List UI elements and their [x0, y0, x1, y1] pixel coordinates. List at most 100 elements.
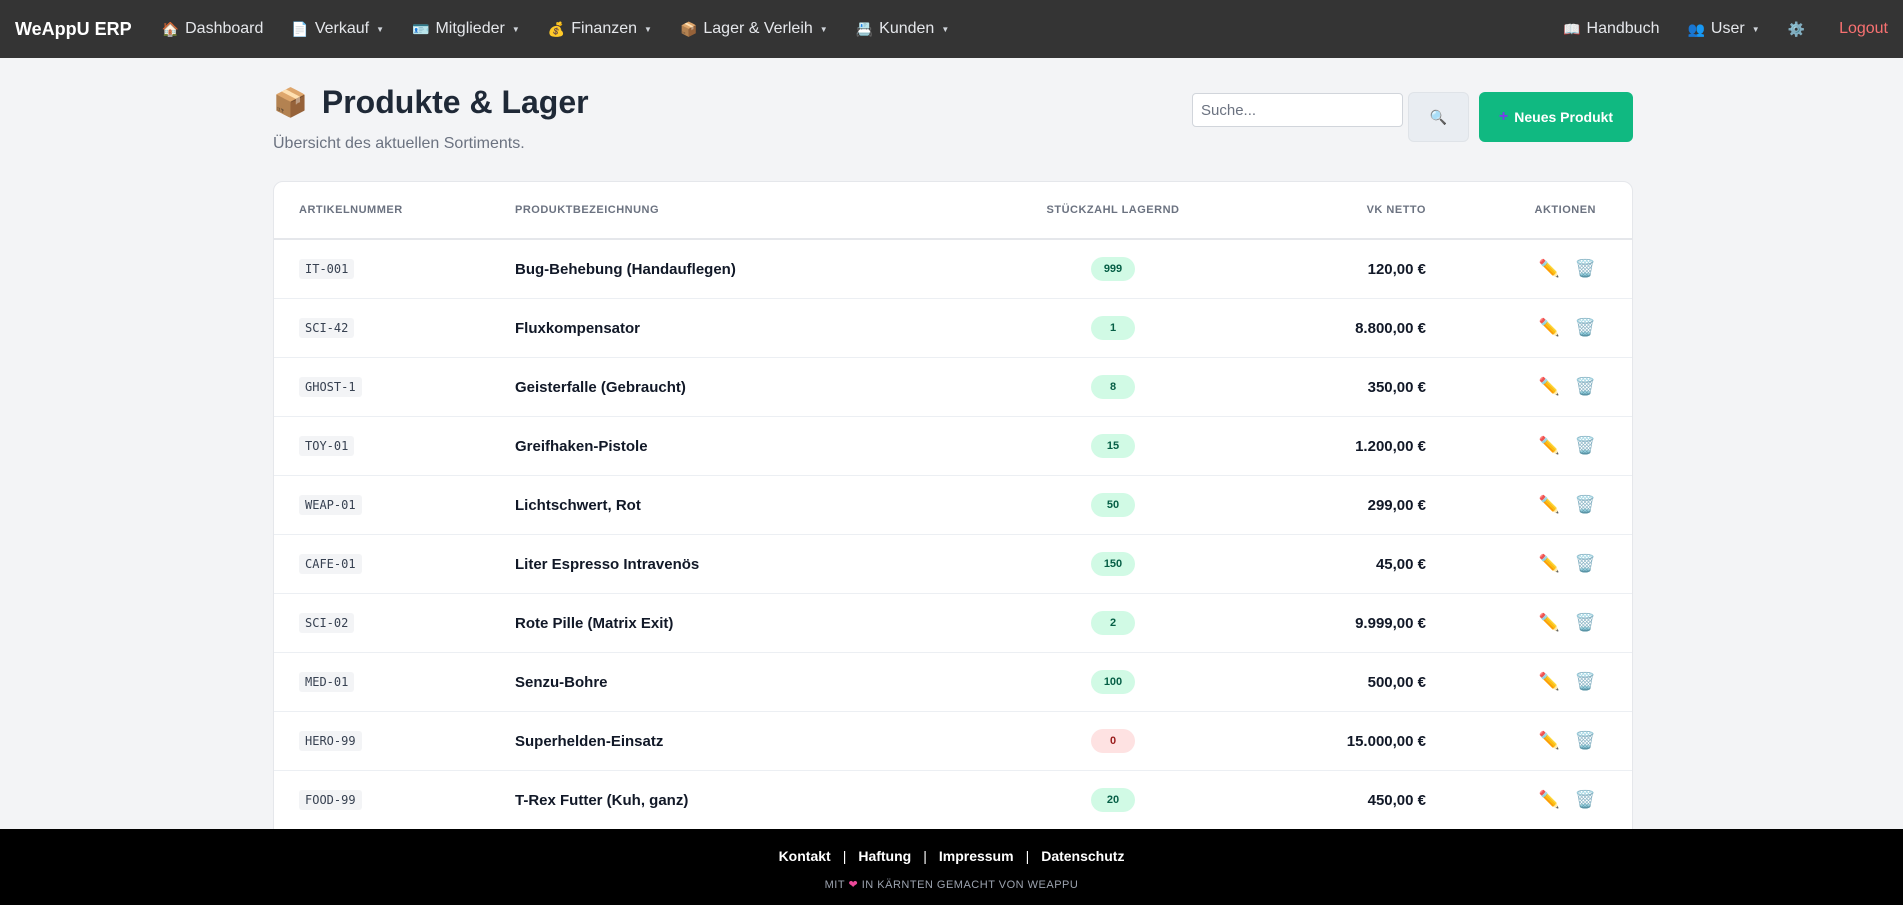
gear-icon: ⚙️ [1787, 20, 1806, 37]
footer-links: Kontakt | Haftung | Impressum | Datensch… [0, 848, 1903, 864]
trash-icon[interactable]: 🗑️ [1575, 495, 1596, 515]
edit-pencil-icon[interactable]: ✏️ [1539, 259, 1560, 279]
stock-badge: 100 [1091, 670, 1135, 694]
page-title-text: Produkte & Lager [321, 84, 589, 120]
row-actions: ✏️ 🗑️ [1426, 790, 1632, 810]
trash-icon[interactable]: 🗑️ [1575, 436, 1596, 456]
nav-user[interactable]: 👥 User ▼ [1687, 20, 1759, 38]
home-icon: 🏠 [161, 20, 180, 37]
logout-link[interactable]: Logout [1839, 20, 1888, 38]
stock-badge: 8 [1091, 375, 1135, 399]
edit-pencil-icon[interactable]: ✏️ [1539, 436, 1560, 456]
package-icon: 📦 [273, 87, 308, 118]
magnifier-icon: 🔍 [1429, 108, 1448, 125]
table-row: SCI-42 Fluxkompensator 1 8.800,00 € ✏️ 🗑… [274, 299, 1632, 358]
new-product-button[interactable]: + Neues Produkt [1479, 92, 1633, 142]
footer-link-datenschutz[interactable]: Datenschutz [1041, 848, 1124, 864]
sku-code: TOY-01 [299, 436, 355, 456]
nav-dashboard-label: Dashboard [185, 20, 264, 37]
search-button[interactable]: 🔍 [1408, 92, 1469, 142]
trash-icon[interactable]: 🗑️ [1575, 613, 1596, 633]
column-header-price: VK NETTO [1366, 204, 1426, 216]
table-row: GHOST-1 Geisterfalle (Gebraucht) 8 350,0… [274, 358, 1632, 417]
column-header-qty: STÜCKZAHL LAGERND [1046, 204, 1180, 216]
net-price: 350,00 € [1367, 378, 1426, 396]
nav-handbuch[interactable]: 📖 Handbuch [1563, 20, 1659, 38]
row-actions: ✏️ 🗑️ [1426, 436, 1632, 456]
net-price: 8.800,00 € [1355, 319, 1426, 337]
net-price: 9.999,00 € [1355, 614, 1426, 632]
footer-credit-prefix: MIT [824, 879, 845, 891]
edit-pencil-icon[interactable]: ✏️ [1539, 318, 1560, 338]
money-bag-icon: 💰 [547, 20, 566, 37]
edit-pencil-icon[interactable]: ✏️ [1539, 495, 1560, 515]
nav-dashboard[interactable]: 🏠 Dashboard [162, 20, 264, 38]
row-actions: ✏️ 🗑️ [1426, 672, 1632, 692]
footer-separator: | [842, 848, 847, 864]
sku-code: SCI-02 [299, 613, 355, 633]
product-name: Lichtschwert, Rot [515, 496, 641, 514]
caret-down-icon: ▼ [819, 24, 828, 34]
footer-link-impressum[interactable]: Impressum [939, 848, 1014, 864]
trash-icon[interactable]: 🗑️ [1575, 731, 1596, 751]
contact-card-icon: 📇 [855, 20, 874, 37]
trash-icon[interactable]: 🗑️ [1575, 672, 1596, 692]
nav-kunden-label: Kunden [879, 20, 935, 37]
row-actions: ✏️ 🗑️ [1426, 554, 1632, 574]
table-row: MED-01 Senzu-Bohre 100 500,00 € ✏️ 🗑️ [274, 653, 1632, 712]
edit-pencil-icon[interactable]: ✏️ [1539, 672, 1560, 692]
trash-icon[interactable]: 🗑️ [1575, 259, 1596, 279]
stock-badge: 1 [1091, 316, 1135, 340]
table-row: WEAP-01 Lichtschwert, Rot 50 299,00 € ✏️… [274, 476, 1632, 535]
nav-kunden[interactable]: 📇 Kunden ▼ [856, 20, 950, 38]
edit-pencil-icon[interactable]: ✏️ [1539, 554, 1560, 574]
caret-down-icon: ▼ [1751, 24, 1760, 34]
nav-handbuch-label: Handbuch [1586, 20, 1660, 37]
net-price: 120,00 € [1367, 260, 1426, 278]
stock-badge: 20 [1091, 788, 1135, 812]
product-name: Bug-Behebung (Handauflegen) [515, 260, 736, 278]
product-name: Superhelden-Einsatz [515, 732, 664, 750]
id-card-icon: 🪪 [412, 20, 430, 37]
heart-icon: ❤ [848, 879, 859, 891]
column-header-sku: ARTIKELNUMMER [299, 204, 403, 216]
search-input[interactable] [1192, 93, 1403, 127]
trash-icon[interactable]: 🗑️ [1575, 554, 1596, 574]
row-actions: ✏️ 🗑️ [1426, 377, 1632, 397]
sku-code: FOOD-99 [299, 790, 362, 810]
document-icon: 📄 [291, 20, 309, 37]
page-title: 📦 Produkte & Lager [273, 84, 589, 121]
table-row: IT-001 Bug-Behebung (Handauflegen) 999 1… [274, 240, 1632, 299]
trash-icon[interactable]: 🗑️ [1575, 790, 1596, 810]
footer-link-haftung[interactable]: Haftung [858, 848, 911, 864]
nav-mitglieder[interactable]: 🪪 Mitglieder ▼ [412, 20, 520, 38]
edit-pencil-icon[interactable]: ✏️ [1539, 613, 1560, 633]
stock-badge-empty: 0 [1091, 729, 1135, 753]
net-price: 299,00 € [1367, 496, 1426, 514]
row-actions: ✏️ 🗑️ [1426, 731, 1632, 751]
row-actions: ✏️ 🗑️ [1426, 613, 1632, 633]
product-name: Rote Pille (Matrix Exit) [515, 614, 674, 632]
sku-code: CAFE-01 [299, 554, 362, 574]
nav-finanzen[interactable]: 💰 Finanzen ▼ [548, 20, 652, 38]
trash-icon[interactable]: 🗑️ [1575, 318, 1596, 338]
brand-logo[interactable]: WeAppU ERP [15, 19, 132, 40]
trash-icon[interactable]: 🗑️ [1575, 377, 1596, 397]
edit-pencil-icon[interactable]: ✏️ [1539, 790, 1560, 810]
edit-pencil-icon[interactable]: ✏️ [1539, 377, 1560, 397]
footer-link-kontakt[interactable]: Kontakt [779, 848, 831, 864]
nav-mitglieder-label: Mitglieder [435, 20, 505, 37]
nav-verkauf[interactable]: 📄 Verkauf ▼ [291, 20, 384, 38]
products-table: ARTIKELNUMMER PRODUKTBEZEICHNUNG STÜCKZA… [273, 181, 1633, 831]
settings-button[interactable]: ⚙️ [1788, 21, 1811, 38]
caret-down-icon: ▼ [644, 24, 652, 34]
net-price: 1.200,00 € [1355, 437, 1426, 455]
edit-pencil-icon[interactable]: ✏️ [1539, 731, 1560, 751]
top-navbar: WeAppU ERP 🏠 Dashboard 📄 Verkauf ▼ 🪪 Mit… [0, 0, 1903, 58]
product-name: Fluxkompensator [515, 319, 641, 337]
nav-lager-verleih[interactable]: 📦 Lager & Verleih ▼ [680, 20, 828, 38]
stock-badge: 999 [1091, 257, 1135, 281]
row-actions: ✏️ 🗑️ [1426, 495, 1632, 515]
footer-credit-suffix: IN KÄRNTEN GEMACHT VON WEAPPU [861, 879, 1079, 891]
sku-code: MED-01 [299, 672, 355, 692]
